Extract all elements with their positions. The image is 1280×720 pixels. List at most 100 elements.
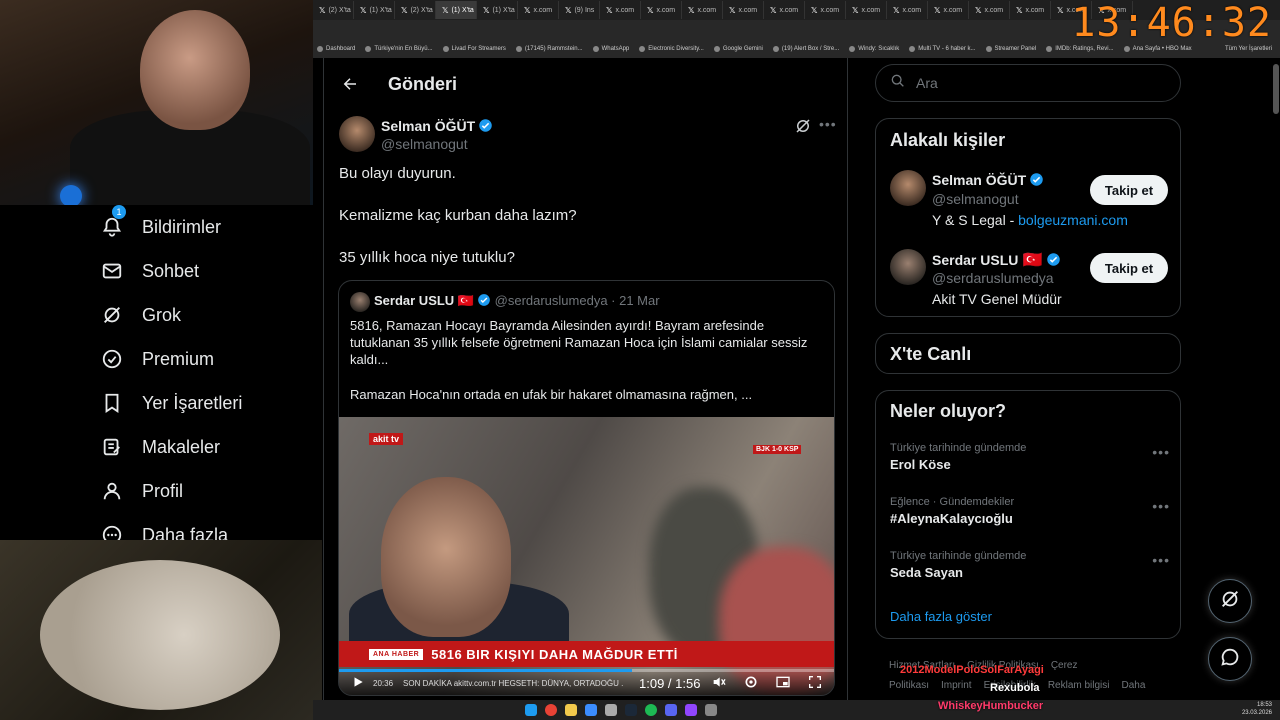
windows-start-icon[interactable] bbox=[525, 704, 537, 716]
all-bookmarks-folder[interactable]: Tüm Yer İşaretleri bbox=[1225, 46, 1272, 52]
trend-item[interactable]: Eğlence · Gündemdekiler #AleynaKalaycıoğ… bbox=[890, 496, 1170, 526]
bookmark-item[interactable]: IMDb: Ratings, Revi... bbox=[1046, 46, 1114, 52]
browser-tab[interactable]: 𝕏 (1) X'ta bbox=[477, 1, 518, 19]
author-name[interactable]: Selman ÖĞÜT bbox=[381, 118, 475, 134]
folder-icon[interactable] bbox=[565, 704, 577, 716]
spotify-icon[interactable] bbox=[645, 704, 657, 716]
browser-tab[interactable]: 𝕏 (1) X'ta bbox=[354, 1, 395, 19]
taskbar-clock[interactable]: 18:53 23.03.2026 bbox=[1242, 701, 1272, 717]
person-handle[interactable]: @serdaruslumedya bbox=[932, 270, 1054, 286]
person-name-row[interactable]: Serdar USLU 🇹🇷 bbox=[932, 250, 1061, 272]
nav-item[interactable]: Sohbet bbox=[0, 249, 313, 293]
grok-icon[interactable] bbox=[794, 117, 812, 140]
footer-link[interactable]: Reklam bilgisi bbox=[1048, 680, 1110, 691]
footer-link[interactable]: Imprint bbox=[941, 680, 972, 691]
pip-icon[interactable] bbox=[775, 674, 791, 693]
person-avatar[interactable] bbox=[890, 249, 926, 285]
person-name[interactable]: Serdar USLU bbox=[932, 252, 1018, 268]
follow-button[interactable]: Takip et bbox=[1090, 175, 1168, 205]
browser-tab[interactable]: 𝕏 (2) X'ta bbox=[313, 1, 354, 19]
browser-tab[interactable]: 𝕏x.com bbox=[600, 1, 641, 19]
post-line-3: 35 yıllık hoca niye tutuklu? bbox=[339, 249, 515, 266]
person-icon bbox=[100, 479, 124, 503]
browser-tab[interactable]: 𝕏x.com bbox=[846, 1, 887, 19]
bookmark-item[interactable]: (19) Alert Box / Stre... bbox=[772, 46, 839, 52]
person-name-row[interactable]: Selman ÖĞÜT bbox=[932, 172, 1044, 192]
tab-label: x.com bbox=[820, 6, 840, 14]
grok-fab[interactable] bbox=[1208, 579, 1252, 623]
app-icon[interactable] bbox=[585, 704, 597, 716]
more-options-icon[interactable]: ••• bbox=[1152, 444, 1170, 460]
browser-tab[interactable]: 𝕏x.com bbox=[518, 1, 559, 19]
person-bio-link[interactable]: bolgeuzmani.com bbox=[1018, 212, 1128, 228]
browser-tab[interactable]: 𝕏x.com bbox=[928, 1, 969, 19]
browser-tab[interactable]: 𝕏 (9) Ins bbox=[559, 1, 600, 19]
browser-tab[interactable]: 𝕏x.com bbox=[764, 1, 805, 19]
app-icon[interactable] bbox=[605, 704, 617, 716]
messages-fab[interactable] bbox=[1208, 637, 1252, 681]
back-arrow-icon[interactable] bbox=[338, 72, 362, 96]
browser-tab[interactable]: 𝕏x.com bbox=[723, 1, 764, 19]
twitch-icon[interactable] bbox=[685, 704, 697, 716]
bookmark-item[interactable]: Streamer Panel bbox=[985, 46, 1036, 52]
author-handle[interactable]: @selmanogut bbox=[381, 136, 468, 152]
author-name-row[interactable]: Selman ÖĞÜT bbox=[381, 118, 493, 138]
browser-tab[interactable]: 𝕏x.com bbox=[1010, 1, 1051, 19]
person-avatar[interactable] bbox=[890, 170, 926, 206]
more-options-icon[interactable]: ••• bbox=[1152, 552, 1170, 568]
quote-author-row[interactable]: Serdar USLU 🇹🇷 @serdaruslumedya · 21 Mar bbox=[374, 293, 660, 310]
browser-tab[interactable]: 𝕏x.com bbox=[805, 1, 846, 19]
more-options-icon[interactable]: ••• bbox=[819, 116, 837, 132]
fullscreen-icon[interactable] bbox=[807, 674, 823, 693]
quote-author-avatar[interactable] bbox=[350, 292, 370, 312]
page-scrollbar[interactable] bbox=[1273, 64, 1279, 114]
bookmark-item[interactable]: Türkiye'nin En Büyü... bbox=[365, 46, 433, 52]
author-avatar[interactable] bbox=[339, 116, 375, 152]
browser-tab[interactable]: 𝕏x.com bbox=[969, 1, 1010, 19]
play-icon[interactable] bbox=[351, 675, 365, 692]
bookmark-item[interactable]: Google Gemini bbox=[713, 46, 763, 52]
discord-icon[interactable] bbox=[665, 704, 677, 716]
bookmark-item[interactable]: (17145) Rammstein... bbox=[515, 46, 583, 52]
person-handle[interactable]: @selmanogut bbox=[932, 191, 1019, 207]
browser-tab[interactable]: 𝕏x.com bbox=[682, 1, 723, 19]
browser-tab[interactable]: 𝕏x.com bbox=[887, 1, 928, 19]
ticker-tag: ANA HABER bbox=[369, 648, 424, 660]
nav-item[interactable]: Yer İşaretleri bbox=[0, 381, 313, 425]
nav-item[interactable]: Makaleler bbox=[0, 425, 313, 469]
search-input[interactable] bbox=[916, 75, 1156, 91]
trend-item[interactable]: Türkiye tarihinde gündemde Seda Sayan ••… bbox=[890, 550, 1170, 580]
bookmark-item[interactable]: Livad For Streamers bbox=[442, 46, 506, 52]
follow-button[interactable]: Takip et bbox=[1090, 253, 1168, 283]
quoted-post[interactable]: Serdar USLU 🇹🇷 @serdaruslumedya · 21 Mar… bbox=[338, 280, 835, 696]
chat-user: 2012ModelPoloSolFarAyagi bbox=[900, 664, 1044, 676]
bookmark-item[interactable]: Dashboard bbox=[317, 46, 355, 52]
person-name[interactable]: Selman ÖĞÜT bbox=[932, 172, 1026, 188]
nav-item[interactable]: Grok bbox=[0, 293, 313, 337]
app-icon[interactable] bbox=[705, 704, 717, 716]
bookmark-item[interactable]: Multi TV - 6 haber k... bbox=[909, 46, 976, 52]
video-player[interactable]: akit tv BJK 1-0 KSP ANA HABER 5816 BIR K… bbox=[339, 417, 834, 695]
bookmark-item[interactable]: WhatsApp bbox=[592, 46, 629, 52]
live-panel[interactable]: X'te Canlı bbox=[875, 333, 1181, 374]
trend-item[interactable]: Türkiye tarihinde gündemde Erol Köse ••• bbox=[890, 442, 1170, 472]
bookmark-favicon-icon bbox=[639, 46, 646, 52]
bookmark-item[interactable]: Windy: Sıcaklık bbox=[849, 46, 899, 52]
show-more-link[interactable]: Daha fazla göster bbox=[890, 609, 992, 624]
browser-tab[interactable]: 𝕏 (1) X'ta bbox=[436, 1, 477, 19]
settings-gear-icon[interactable] bbox=[743, 674, 759, 693]
browser-tab[interactable]: 𝕏 (2) X'ta bbox=[395, 1, 436, 19]
steam-icon[interactable] bbox=[625, 704, 637, 716]
bookmark-item[interactable]: Ana Sayfa • HBO Max bbox=[1123, 46, 1192, 52]
volume-icon[interactable] bbox=[711, 674, 727, 693]
quote-author-name[interactable]: Serdar USLU bbox=[374, 293, 454, 308]
chrome-icon[interactable] bbox=[545, 704, 557, 716]
nav-item[interactable]: Profil bbox=[0, 469, 313, 513]
progress-track[interactable] bbox=[339, 669, 834, 672]
browser-tab[interactable]: 𝕏x.com bbox=[641, 1, 682, 19]
nav-item[interactable]: 1 Bildirimler bbox=[0, 205, 313, 249]
bookmark-item[interactable]: Electronic Diversity... bbox=[639, 46, 704, 52]
search-box[interactable] bbox=[875, 64, 1181, 102]
more-options-icon[interactable]: ••• bbox=[1152, 498, 1170, 514]
nav-item[interactable]: Premium bbox=[0, 337, 313, 381]
